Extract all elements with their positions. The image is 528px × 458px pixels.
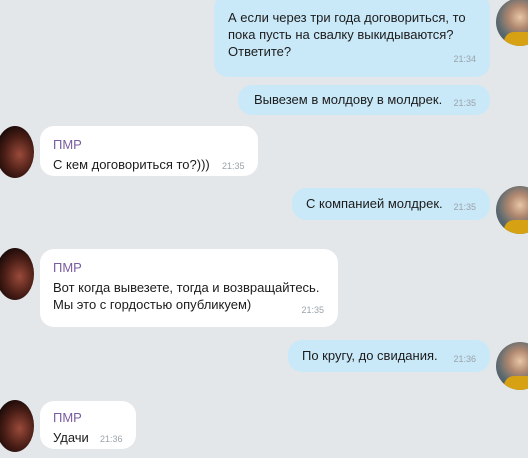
sender-name: ПМР bbox=[53, 260, 82, 275]
message-time: 21:35 bbox=[453, 98, 476, 108]
message-text: С компанией молдрек. bbox=[306, 196, 443, 211]
message-bubble-incoming[interactable]: ПМР Удачи 21:36 bbox=[40, 401, 136, 449]
message-bubble-outgoing[interactable]: А если через три года договориться, то п… bbox=[214, 0, 490, 77]
message-time: 21:36 bbox=[100, 434, 123, 444]
message-text: По кругу, до свидания. bbox=[302, 348, 438, 363]
message-time: 21:36 bbox=[453, 354, 476, 364]
message-bubble-incoming[interactable]: ПМР С кем договориться то?))) 21:35 bbox=[40, 126, 258, 176]
message-text: А если через три года договориться, то п… bbox=[228, 10, 466, 59]
message-time: 21:34 bbox=[453, 54, 476, 64]
sender-name: ПМР bbox=[53, 137, 82, 152]
message-text: Вот когда вывезете, тогда и возвращайтес… bbox=[53, 280, 320, 312]
message-text: С кем договориться то?))) bbox=[53, 157, 210, 172]
message-bubble-outgoing[interactable]: С компанией молдрек. 21:35 bbox=[292, 188, 490, 220]
message-bubble-incoming[interactable]: ПМР Вот когда вывезете, тогда и возвраща… bbox=[40, 249, 338, 327]
message-time: 21:35 bbox=[453, 202, 476, 212]
contact-avatar[interactable] bbox=[0, 126, 34, 178]
contact-avatar[interactable] bbox=[0, 248, 34, 300]
my-avatar[interactable] bbox=[496, 186, 528, 234]
message-text: Удачи bbox=[53, 430, 89, 445]
my-avatar[interactable] bbox=[496, 0, 528, 46]
message-time: 21:35 bbox=[222, 161, 245, 171]
contact-avatar[interactable] bbox=[0, 400, 34, 452]
message-time: 21:35 bbox=[301, 305, 324, 315]
message-bubble-outgoing[interactable]: Вывезем в молдову в молдрек. 21:35 bbox=[238, 85, 490, 115]
message-bubble-outgoing[interactable]: По кругу, до свидания. 21:36 bbox=[288, 340, 490, 372]
message-text: Вывезем в молдову в молдрек. bbox=[254, 92, 443, 107]
my-avatar[interactable] bbox=[496, 342, 528, 390]
sender-name: ПМР bbox=[53, 410, 82, 425]
